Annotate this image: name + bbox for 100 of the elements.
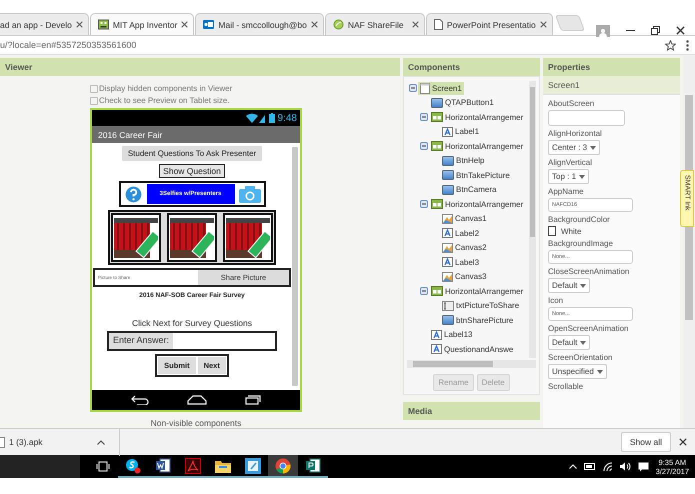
close-icon[interactable] xyxy=(540,21,547,28)
tree-item[interactable]: QTAPButton1 xyxy=(429,96,496,109)
back-icon[interactable] xyxy=(131,395,149,405)
browser-tab[interactable]: Mail - smccollough@bo xyxy=(195,13,324,35)
wifi-icon[interactable] xyxy=(602,462,613,471)
property-label: BackgroundColor xyxy=(548,215,610,224)
property-label: Scrollable xyxy=(548,382,584,391)
tree-item[interactable]: Canvas1 xyxy=(440,212,489,225)
arrangement-icon xyxy=(431,112,443,122)
label-icon xyxy=(431,344,442,354)
scrollbar[interactable] xyxy=(407,360,536,368)
browser-icon[interactable] xyxy=(275,458,291,474)
notification-icon[interactable] xyxy=(638,462,649,472)
close-icon[interactable] xyxy=(679,438,687,446)
taskbar-button[interactable] xyxy=(268,455,298,478)
collapse-icon[interactable] xyxy=(420,287,428,296)
show-all-button[interactable]: Show all xyxy=(620,432,671,452)
battery-icon[interactable] xyxy=(584,463,596,470)
close-icon[interactable] xyxy=(676,26,685,35)
tree-item[interactable]: Label2 xyxy=(440,227,482,240)
browser-tab[interactable]: MIT App Inventor xyxy=(90,13,194,35)
panel-header: Media xyxy=(403,402,540,420)
tree-item[interactable]: HorizontalArrangemer xyxy=(429,111,526,124)
property-label: CloseScreenAnimation xyxy=(548,267,630,276)
restore-icon[interactable] xyxy=(651,26,660,35)
option-label: Display hidden components in Viewer xyxy=(99,84,232,93)
task-view-icon[interactable] xyxy=(96,461,110,472)
pdf-icon[interactable] xyxy=(185,458,201,474)
tree-item[interactable]: Screen1 xyxy=(418,82,464,95)
document-icon[interactable] xyxy=(155,458,171,473)
close-icon[interactable] xyxy=(181,21,188,28)
tree-item[interactable]: Label3 xyxy=(440,256,482,268)
tree-item[interactable]: BtnCamera xyxy=(440,184,498,196)
app-title-bar: 2016 Career Fair xyxy=(92,126,300,143)
notes-icon[interactable] xyxy=(245,458,261,474)
tree-item[interactable]: btnSharePicture xyxy=(440,314,516,326)
publisher-icon[interactable] xyxy=(305,458,321,473)
checkbox[interactable] xyxy=(90,84,98,92)
tree-item[interactable]: BtnHelp xyxy=(440,154,486,167)
tree-item[interactable]: Canvas3 xyxy=(440,270,489,283)
property-dropdown[interactable]: Unspecified xyxy=(548,364,607,379)
address-field[interactable]: u/?locale=en#5357250353561600 xyxy=(0,40,655,50)
property-dropdown[interactable]: Top : 1 xyxy=(548,169,590,184)
collapse-icon[interactable] xyxy=(420,113,428,122)
tree-item[interactable]: Label1 xyxy=(440,126,482,138)
tree-item[interactable]: Canvas2 xyxy=(440,242,489,254)
tree-item[interactable]: Label13 xyxy=(429,328,474,341)
non-visible-heading: Non-visible components xyxy=(150,418,242,428)
page-icon xyxy=(434,19,443,30)
color-swatch[interactable] xyxy=(548,226,556,236)
battery-icon xyxy=(268,113,275,123)
arrangement-icon xyxy=(431,141,443,152)
tree-item[interactable]: HorizontalArrangemer xyxy=(429,285,526,298)
robot-icon xyxy=(98,19,109,30)
button-icon xyxy=(442,184,454,195)
menu-icon[interactable] xyxy=(686,40,689,50)
answer-box[interactable]: Enter Answer: xyxy=(107,331,277,351)
close-icon[interactable] xyxy=(76,21,83,28)
property-dropdown[interactable]: Default xyxy=(548,335,590,350)
property-label: AboutScreen xyxy=(548,99,594,108)
checkbox[interactable] xyxy=(90,96,98,104)
tree-item[interactable]: HorizontalArrangemer xyxy=(429,140,526,152)
download-item[interactable]: 1 (3).apk xyxy=(9,437,97,447)
button-icon xyxy=(442,156,454,166)
taskbar-button[interactable] xyxy=(178,455,208,478)
home-icon[interactable] xyxy=(187,395,207,405)
app-button[interactable]: Show Question xyxy=(159,164,225,178)
scrollbar[interactable] xyxy=(292,147,298,386)
chevron-up-icon[interactable] xyxy=(97,440,105,444)
collapse-icon[interactable] xyxy=(420,200,428,208)
close-icon[interactable] xyxy=(412,21,419,28)
tree-item[interactable]: QuestionandAnswe xyxy=(429,343,516,356)
collapse-icon[interactable] xyxy=(420,142,428,150)
chat-icon[interactable] xyxy=(125,458,141,474)
recent-apps-icon[interactable] xyxy=(245,395,261,405)
scrollbar[interactable] xyxy=(529,81,536,358)
component-name: Screen1 xyxy=(543,76,680,95)
star-icon[interactable] xyxy=(665,40,676,50)
label-icon xyxy=(442,126,453,137)
volume-icon[interactable] xyxy=(620,462,631,471)
minimize-icon[interactable] xyxy=(626,30,635,32)
help-icon[interactable] xyxy=(124,184,142,204)
screen-icon xyxy=(420,82,430,94)
signal-icon xyxy=(246,113,266,123)
browser-tab[interactable]: NAF ShareFile xyxy=(324,13,425,35)
about-field[interactable] xyxy=(548,110,625,126)
property-dropdown[interactable]: Default xyxy=(548,278,590,293)
property-dropdown[interactable]: Center : 3 xyxy=(548,140,600,155)
close-icon[interactable] xyxy=(310,21,318,28)
tree-item[interactable]: HorizontalArrangemer xyxy=(429,198,526,210)
mail-icon xyxy=(203,19,214,30)
browser-tab[interactable]: PowerPoint Presentatio xyxy=(426,13,553,35)
app-button[interactable]: Student Questions To Ask Presenter xyxy=(122,146,262,161)
collapse-icon[interactable] xyxy=(408,84,416,92)
label-icon xyxy=(442,257,453,268)
folder-icon[interactable] xyxy=(215,458,231,472)
browser-tab[interactable]: ad an app - Develo xyxy=(0,13,89,35)
tree-item[interactable]: BtnTakePicture xyxy=(440,169,512,182)
tree-item[interactable]: txtPictureToShare xyxy=(440,300,522,312)
caret-icon xyxy=(596,370,603,374)
